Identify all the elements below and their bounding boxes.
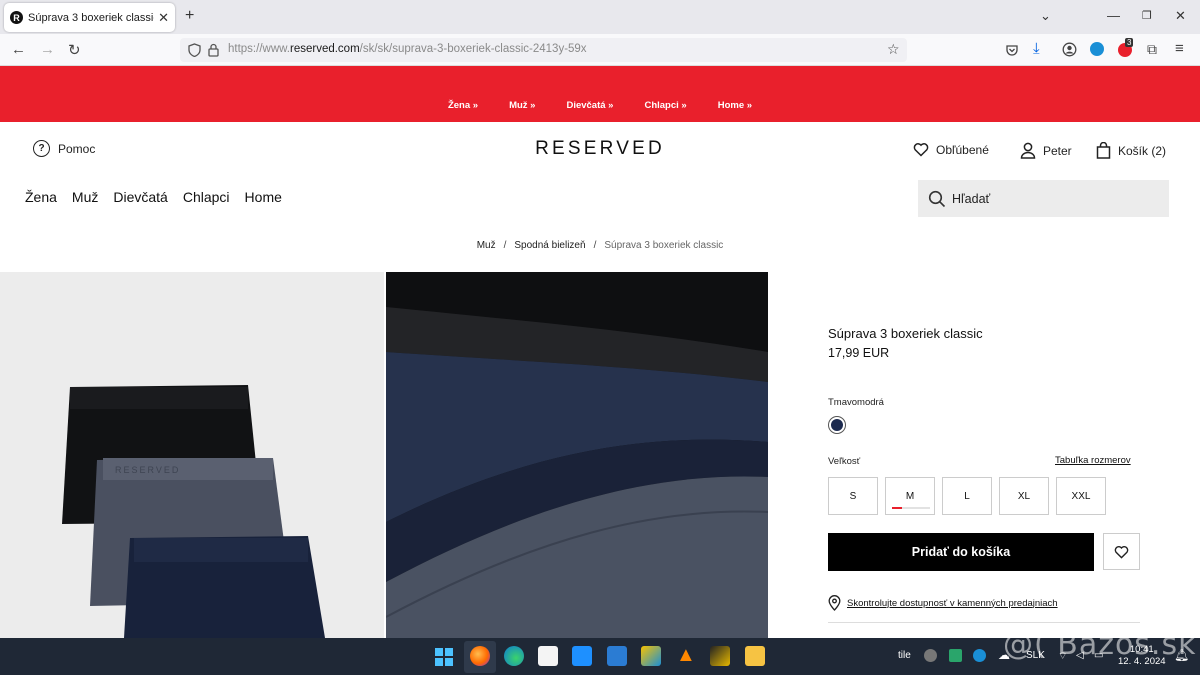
- breadcrumb-separator: /: [593, 240, 597, 251]
- promo-link-zena[interactable]: Žena »: [448, 100, 478, 111]
- breadcrumb-underwear[interactable]: Spodná bielizeň: [514, 240, 585, 251]
- promo-bar: Žena » Muž » Dievčatá » Chlapci » Home »: [0, 66, 1200, 122]
- tracking-shield-icon[interactable]: [188, 43, 201, 57]
- size-table-link[interactable]: Tabuľka rozmerov: [1055, 455, 1131, 466]
- new-tab-icon[interactable]: +: [185, 7, 194, 25]
- nav-item-chlapci[interactable]: Chlapci: [183, 189, 230, 205]
- app-icon[interactable]: [572, 646, 592, 666]
- size-option-l[interactable]: L: [942, 477, 992, 515]
- tab-list-icon[interactable]: ⌄: [1040, 8, 1051, 24]
- breadcrumb-muz[interactable]: Muž: [477, 240, 496, 251]
- nav-item-zena[interactable]: Žena: [25, 189, 57, 205]
- user-label: Peter: [1043, 143, 1072, 158]
- store-availability-link[interactable]: Skontrolujte dostupnosť v kamenných pred…: [828, 595, 1058, 611]
- search-placeholder: Hľadať: [952, 191, 991, 206]
- security-tray-icon[interactable]: [949, 649, 962, 662]
- product-title: Súprava 3 boxeriek classic: [828, 326, 983, 341]
- promo-link-home[interactable]: Home »: [718, 100, 752, 111]
- mail-icon[interactable]: [607, 646, 627, 666]
- size-selector: S M L XL XXL: [828, 477, 1106, 515]
- nav-item-home[interactable]: Home: [245, 189, 282, 205]
- edge-icon[interactable]: [504, 646, 524, 666]
- downloads-icon[interactable]: ⤓: [1033, 40, 1040, 57]
- low-stock-indicator: [892, 507, 930, 509]
- extension-blue-icon[interactable]: [1090, 42, 1104, 56]
- size-option-m[interactable]: M: [885, 477, 935, 515]
- boxer-stack-illustration: RESERVED: [62, 385, 325, 638]
- vlc-icon[interactable]: ▲: [676, 644, 696, 667]
- url-text: https://www.reserved.com/sk/sk/suprava-3…: [228, 43, 587, 55]
- forward-icon[interactable]: →: [40, 41, 55, 58]
- browser-tab[interactable]: R Súprava 3 boxeriek classic Farba ✕: [4, 3, 175, 32]
- address-bar[interactable]: https://www.reserved.com/sk/sk/suprava-3…: [180, 38, 907, 62]
- account-icon[interactable]: [1062, 42, 1077, 57]
- pocket-icon[interactable]: [1005, 43, 1019, 57]
- search-input[interactable]: Hľadať: [918, 180, 1169, 217]
- app-tray-icon[interactable]: [973, 649, 986, 662]
- weather-widget[interactable]: tile: [898, 650, 911, 661]
- size-label: Veľkosť: [828, 456, 861, 467]
- color-swatch-fill: [831, 419, 843, 431]
- breadcrumb-separator: /: [503, 240, 507, 251]
- product-image-2[interactable]: [386, 272, 768, 638]
- add-to-favorites-button[interactable]: [1103, 533, 1140, 570]
- breadcrumb: Muž / Spodná bielizeň / Súprava 3 boxeriek c…: [0, 240, 1200, 251]
- promo-links: Žena » Muž » Dievčatá » Chlapci » Home »: [0, 100, 1200, 111]
- menu-icon[interactable]: ≡: [1175, 40, 1184, 57]
- promo-link-muz[interactable]: Muž »: [509, 100, 535, 111]
- heart-icon: [1114, 545, 1129, 559]
- user-link[interactable]: Peter: [1020, 142, 1072, 159]
- skype-tray-icon[interactable]: [924, 649, 937, 662]
- back-icon[interactable]: ←: [11, 41, 26, 58]
- divider: [828, 622, 1140, 623]
- reload-icon[interactable]: ↻: [68, 41, 81, 59]
- nav-item-muz[interactable]: Muž: [72, 189, 98, 205]
- extensions-puzzle-icon[interactable]: ⧉: [1147, 41, 1157, 58]
- lock-icon[interactable]: [208, 43, 219, 57]
- app-icon-3[interactable]: [710, 646, 730, 666]
- browser-nav-bar: ← → ↻ https://www.reserved.com/sk/sk/sup…: [0, 34, 1200, 66]
- breadcrumb-current: Súprava 3 boxeriek classic: [604, 240, 724, 251]
- promo-link-dievcata[interactable]: Dievčatá »: [566, 100, 613, 111]
- minimize-icon[interactable]: —: [1107, 8, 1120, 23]
- product-price: 17,99 EUR: [828, 346, 890, 360]
- windows-start-icon[interactable]: [435, 648, 453, 666]
- app-icon-2[interactable]: [641, 646, 661, 666]
- location-pin-icon: [828, 595, 841, 611]
- cart-bag-icon: [1096, 142, 1111, 159]
- category-nav: Žena Muž Dievčatá Chlapci Home: [25, 189, 282, 205]
- restore-icon[interactable]: ❐: [1142, 9, 1152, 22]
- file-explorer-icon[interactable]: [745, 646, 765, 666]
- size-option-s[interactable]: S: [828, 477, 878, 515]
- add-to-cart-button[interactable]: Pridať do košíka: [828, 533, 1094, 571]
- size-option-xl[interactable]: XL: [999, 477, 1049, 515]
- search-icon: [928, 190, 946, 207]
- favorites-link[interactable]: Obľúbené: [913, 142, 989, 157]
- bookmark-star-icon[interactable]: ☆: [887, 41, 900, 58]
- tab-title: Súprava 3 boxeriek classic Farba: [28, 11, 154, 24]
- cart-label: Košík (2): [1118, 143, 1167, 158]
- browser-tab-bar: R Súprava 3 boxeriek classic Farba ✕ + ⌄…: [0, 0, 1200, 34]
- extension-badge: 3: [1125, 38, 1134, 47]
- waistband-text: RESERVED: [115, 465, 180, 475]
- firefox-icon[interactable]: [470, 646, 490, 666]
- promo-link-chlapci[interactable]: Chlapci »: [644, 100, 686, 111]
- heart-icon: [913, 143, 929, 157]
- favorites-label: Obľúbené: [936, 142, 989, 157]
- favicon: R: [10, 11, 23, 24]
- close-tab-icon[interactable]: ✕: [158, 10, 169, 26]
- waistband-closeup-illustration: [386, 272, 768, 638]
- cart-link[interactable]: Košík (2): [1096, 142, 1166, 159]
- close-window-icon[interactable]: ✕: [1175, 8, 1186, 24]
- product-image-1[interactable]: RESERVED: [0, 272, 384, 638]
- color-label: Tmavomodrá: [828, 397, 884, 408]
- bazos-watermark: @( Bazos.sk: [1003, 627, 1197, 662]
- store-icon[interactable]: [538, 646, 558, 666]
- color-swatch-navy[interactable]: [828, 416, 846, 434]
- user-icon: [1020, 142, 1036, 159]
- size-option-xxl[interactable]: XXL: [1056, 477, 1106, 515]
- store-availability-label: Skontrolujte dostupnosť v kamenných pred…: [847, 597, 1058, 609]
- nav-item-dievcata[interactable]: Dievčatá: [113, 189, 167, 205]
